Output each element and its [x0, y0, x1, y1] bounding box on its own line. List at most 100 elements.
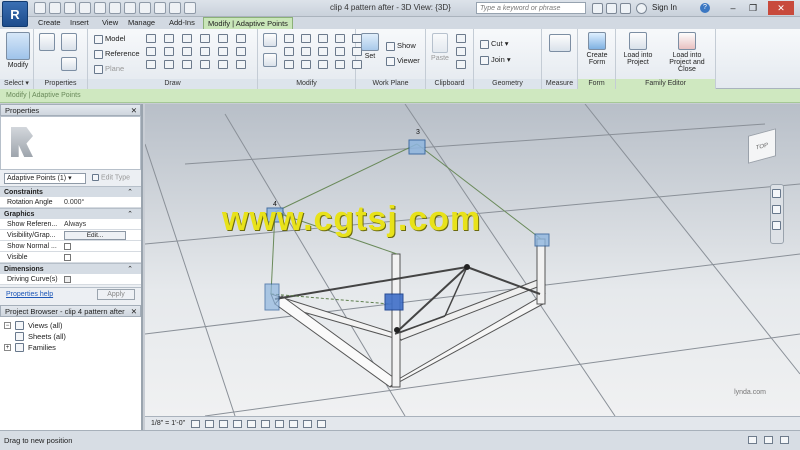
- tab-add-ins[interactable]: Add-Ins: [165, 17, 199, 29]
- spline-through-points-icon[interactable]: [146, 60, 156, 69]
- sun-path-icon[interactable]: [219, 420, 228, 428]
- reveal-hidden-icon[interactable]: [303, 420, 312, 428]
- tab-view[interactable]: View: [98, 17, 122, 29]
- set-button[interactable]: Set: [359, 33, 381, 60]
- open-icon[interactable]: [34, 2, 46, 14]
- tab-create[interactable]: Create: [34, 17, 65, 29]
- undo-icon[interactable]: [64, 2, 76, 14]
- polygon-icon[interactable]: [182, 34, 192, 43]
- split-gap-icon[interactable]: [335, 60, 345, 69]
- inscribed-polygon-icon[interactable]: [200, 34, 210, 43]
- visible-checkbox[interactable]: [64, 254, 71, 261]
- scale-icon[interactable]: [335, 47, 345, 56]
- delete-icon[interactable]: [301, 60, 311, 69]
- split-icon[interactable]: [301, 47, 311, 56]
- 3d-view-icon[interactable]: [139, 2, 151, 14]
- show-normal-checkbox[interactable]: [64, 243, 71, 250]
- close-icon[interactable]: ✕: [131, 105, 137, 116]
- properties-help-link[interactable]: Properties help: [6, 291, 53, 298]
- paste-button[interactable]: Paste: [429, 33, 451, 62]
- draw-3d-icon[interactable]: [236, 60, 246, 69]
- tree-item-families[interactable]: + Families: [0, 342, 141, 353]
- properties-button[interactable]: [38, 33, 56, 53]
- show-button[interactable]: Show: [386, 41, 416, 51]
- application-menu-button[interactable]: R: [2, 1, 28, 27]
- start-end-arc-icon[interactable]: [236, 34, 246, 43]
- select-panel-label[interactable]: Select ▾: [0, 79, 33, 89]
- constraints-section[interactable]: Constraints ⌃: [0, 186, 141, 197]
- cut-geometry-button[interactable]: Cut ▾: [480, 39, 509, 49]
- tree-item-sheets[interactable]: Sheets (all): [0, 331, 141, 342]
- tree-item-views[interactable]: − Views (all): [0, 320, 141, 331]
- line-icon[interactable]: [146, 34, 156, 43]
- mirror-draw-icon[interactable]: [318, 34, 328, 43]
- join-geometry-button[interactable]: Join ▾: [480, 55, 511, 65]
- driving-curve-row[interactable]: Driving Curve(s): [0, 274, 141, 285]
- apply-button[interactable]: Apply: [97, 289, 135, 300]
- rotation-angle-row[interactable]: Rotation Angle 0.000°: [0, 197, 141, 208]
- load-and-close-button[interactable]: Load into Project and Close: [660, 32, 714, 73]
- worksets-icon[interactable]: [748, 436, 757, 444]
- trim-icon[interactable]: [284, 47, 294, 56]
- rectangle-icon[interactable]: [164, 34, 174, 43]
- offset-icon[interactable]: [284, 34, 294, 43]
- detail-level-icon[interactable]: [191, 420, 200, 428]
- print-icon[interactable]: [94, 2, 106, 14]
- zoom-icon[interactable]: [772, 205, 781, 214]
- unpin-icon[interactable]: [284, 60, 294, 69]
- pick-lines-icon[interactable]: [182, 60, 192, 69]
- graphics-section[interactable]: Graphics ⌃: [0, 208, 141, 219]
- collapse-toggle[interactable]: −: [4, 322, 11, 329]
- type-selector[interactable]: Adaptive Points (1) ▾: [4, 173, 86, 184]
- orbit-icon[interactable]: [772, 221, 781, 230]
- 3d-view-canvas[interactable]: 3 4 www.cgtsj.com TOP lynda.com: [145, 104, 800, 416]
- visibility-row[interactable]: Visibility/Grap... Edit...: [0, 230, 141, 241]
- navigation-bar[interactable]: [770, 184, 784, 244]
- sign-in-link[interactable]: Sign In: [652, 3, 677, 12]
- fillet-arc-icon[interactable]: [182, 47, 192, 56]
- section-icon[interactable]: [154, 2, 166, 14]
- thin-lines-icon[interactable]: [169, 2, 181, 14]
- circle-icon[interactable]: [218, 34, 228, 43]
- tab-insert[interactable]: Insert: [66, 17, 93, 29]
- visual-style-icon[interactable]: [205, 420, 214, 428]
- show-crop-icon[interactable]: [261, 420, 270, 428]
- load-into-project-button[interactable]: Load into Project: [618, 32, 658, 66]
- spline-icon[interactable]: [200, 47, 210, 56]
- expand-toggle[interactable]: +: [4, 344, 11, 351]
- search-input[interactable]: Type a keyword or phrase: [476, 2, 586, 14]
- draw-on-face-icon[interactable]: [218, 60, 228, 69]
- driving-curve-checkbox[interactable]: [64, 276, 71, 283]
- steering-wheel-icon[interactable]: [772, 189, 781, 198]
- tab-modify-adaptive-points[interactable]: Modify | Adaptive Points: [203, 17, 293, 29]
- close-icon[interactable]: ✕: [131, 306, 137, 317]
- analytical-model-icon[interactable]: [317, 420, 326, 428]
- restore-button[interactable]: ❐: [744, 1, 762, 15]
- communication-icon[interactable]: [620, 3, 631, 14]
- copy-icon[interactable]: [335, 34, 345, 43]
- move-button[interactable]: [262, 53, 278, 69]
- show-normal-row[interactable]: Show Normal ...: [0, 241, 141, 252]
- family-types-button[interactable]: [60, 33, 78, 53]
- ellipse-icon[interactable]: [218, 47, 228, 56]
- view-scale[interactable]: 1/8" = 1'-0": [151, 420, 185, 427]
- shadows-icon[interactable]: [233, 420, 242, 428]
- viewer-button[interactable]: Viewer: [386, 56, 420, 66]
- model-line-button[interactable]: Model: [94, 34, 125, 44]
- show-reference-row[interactable]: Show Referen... Always: [0, 219, 141, 230]
- show-reference-value[interactable]: Always: [64, 219, 86, 230]
- measure-button[interactable]: [546, 34, 574, 54]
- minimize-button[interactable]: –: [724, 1, 742, 15]
- family-category-button[interactable]: [60, 57, 78, 73]
- cut-icon[interactable]: [456, 34, 466, 43]
- edit-type-button[interactable]: Edit Type: [92, 174, 130, 181]
- search-icon[interactable]: [592, 3, 603, 14]
- redo-icon[interactable]: [79, 2, 91, 14]
- text-icon[interactable]: [124, 2, 136, 14]
- select-links-icon[interactable]: [780, 436, 789, 444]
- tab-manage[interactable]: Manage: [124, 17, 159, 29]
- help-icon[interactable]: ?: [700, 3, 710, 13]
- partial-ellipse-icon[interactable]: [236, 47, 246, 56]
- visible-row[interactable]: Visible: [0, 252, 141, 263]
- mirror-axis-icon[interactable]: [301, 34, 311, 43]
